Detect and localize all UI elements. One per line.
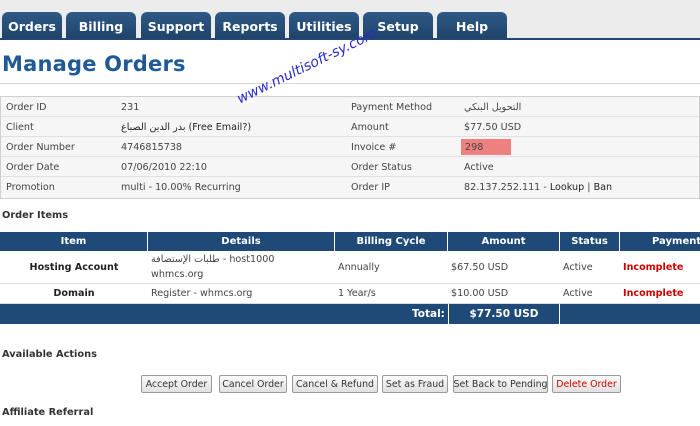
tab-orders[interactable]: Orders xyxy=(2,12,62,40)
available-actions-heading: Available Actions xyxy=(2,349,97,360)
total-row: Total: $77.50 USD xyxy=(0,304,700,324)
info-row: Order ID 231 Payment Method التحويل البن… xyxy=(1,97,699,117)
table-row: Hosting Account طلبات الإستضافة - host10… xyxy=(0,251,700,284)
order-ip-group: 82.137.252.111 - Lookup | Ban xyxy=(464,177,612,197)
item-name: Domain xyxy=(53,288,95,299)
order-id-label: Order ID xyxy=(6,101,47,113)
item-details: Register - whmcs.org xyxy=(151,288,253,299)
details-line: whmcs.org xyxy=(151,269,204,280)
page-title: Manage Orders xyxy=(2,52,186,76)
ip-lookup-link[interactable]: Lookup xyxy=(550,182,584,193)
order-number-value: 4746815738 xyxy=(121,141,183,153)
col-billing-cycle: Billing Cycle xyxy=(335,232,448,251)
total-value: $77.50 USD xyxy=(448,304,560,324)
cancel-order-button[interactable]: Cancel Order xyxy=(219,375,287,393)
set-fraud-button[interactable]: Set as Fraud xyxy=(382,375,448,393)
billing-cycle: Annually xyxy=(338,261,380,273)
col-item: Item xyxy=(0,232,148,251)
order-status-value: Active xyxy=(464,161,494,173)
order-ip-value: 82.137.252.111 xyxy=(464,181,541,193)
amount-label: Amount xyxy=(351,121,389,133)
order-number-label: Order Number xyxy=(6,141,75,153)
info-row: Client بدر الدين الصباغ (Free Email?) Am… xyxy=(1,117,699,137)
col-details: Details xyxy=(148,232,335,251)
item-status: Active xyxy=(563,288,593,299)
amount-value: $77.50 USD xyxy=(464,121,522,133)
payment-status: Incomplete xyxy=(623,261,684,273)
main-nav: Orders Billing Support Reports Utilities… xyxy=(0,0,700,40)
delete-order-button[interactable]: Delete Order xyxy=(552,375,621,393)
order-date-label: Order Date xyxy=(6,161,60,173)
tab-reports[interactable]: Reports xyxy=(215,12,285,40)
item-amount: $10.00 USD xyxy=(451,288,509,299)
item-status: Active xyxy=(563,261,593,273)
payment-method-label: Payment Method xyxy=(351,101,433,113)
order-info-table: Order ID 231 Payment Method التحويل البن… xyxy=(0,96,700,199)
col-payment-status: Payment S xyxy=(652,236,700,247)
item-amount: $67.50 USD xyxy=(451,261,509,273)
item-name: Hosting Account xyxy=(29,261,119,273)
cancel-refund-button[interactable]: Cancel & Refund xyxy=(292,375,378,393)
promotion-value: multi - 10.00% Recurring xyxy=(121,181,241,193)
info-row: Promotion multi - 10.00% Recurring Order… xyxy=(1,177,699,197)
billing-cycle: 1 Year/s xyxy=(338,288,376,299)
total-label: Total: xyxy=(412,308,445,320)
invoice-label: Invoice # xyxy=(351,141,397,153)
accept-order-button[interactable]: Accept Order xyxy=(141,375,212,393)
order-status-label: Order Status xyxy=(351,161,412,173)
invoice-link[interactable]: 298 xyxy=(461,139,511,155)
table-header: Item Details Billing Cycle Amount Status… xyxy=(0,232,700,251)
order-date-value: 07/06/2010 22:10 xyxy=(121,161,207,173)
payment-status: Incomplete xyxy=(623,288,684,299)
client-link[interactable]: بدر الدين الصباغ (Free Email?) xyxy=(121,117,251,137)
order-items-heading: Order Items xyxy=(2,210,69,221)
tab-billing[interactable]: Billing xyxy=(66,12,136,40)
ip-separator: | xyxy=(584,181,594,193)
tab-help[interactable]: Help xyxy=(437,12,507,40)
promotion-label: Promotion xyxy=(6,181,55,193)
col-amount: Amount xyxy=(448,232,560,251)
ip-separator: - xyxy=(540,181,550,193)
col-status: Status xyxy=(560,232,620,251)
info-row: Order Date 07/06/2010 22:10 Order Status… xyxy=(1,157,699,177)
order-id-value: 231 xyxy=(121,101,140,113)
order-ip-label: Order IP xyxy=(351,181,390,193)
tab-support[interactable]: Support xyxy=(141,12,211,40)
affiliate-referral-heading: Affiliate Referral xyxy=(2,407,94,418)
title-divider xyxy=(0,83,700,84)
item-details: طلبات الإستضافة - host1000 whmcs.org xyxy=(151,251,274,283)
details-line: طلبات الإستضافة - host1000 xyxy=(151,254,275,265)
info-row: Order Number 4746815738 Invoice # 298 xyxy=(1,137,699,157)
payment-method-value: التحويل البنكي xyxy=(464,101,522,113)
table-row: Domain Register - whmcs.org 1 Year/s $10… xyxy=(0,284,700,304)
ip-ban-link[interactable]: Ban xyxy=(594,182,613,193)
client-label: Client xyxy=(6,121,34,133)
set-pending-button[interactable]: Set Back to Pending xyxy=(453,375,548,393)
